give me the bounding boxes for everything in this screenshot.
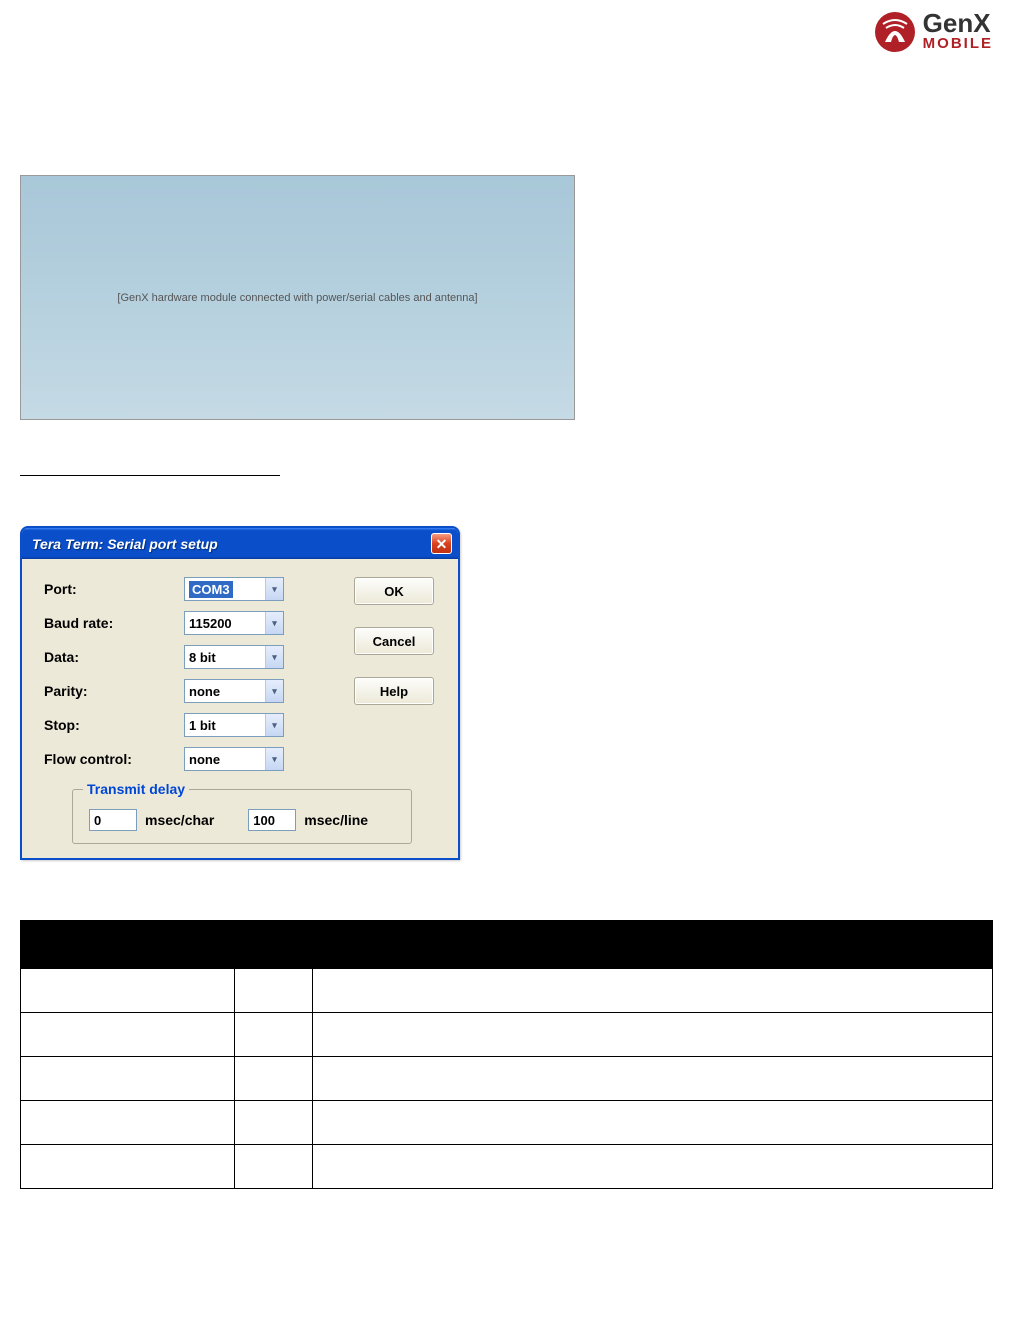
chevron-down-icon: ▾ [265, 612, 283, 634]
data-select[interactable]: 8 bit ▾ [184, 645, 284, 669]
table-header-cell [234, 921, 312, 969]
chevron-down-icon: ▾ [265, 680, 283, 702]
brand-logo: GenX MOBILE [873, 10, 993, 54]
port-value: COM3 [189, 581, 233, 598]
ok-button[interactable]: OK [354, 577, 434, 605]
serial-port-setup-dialog: Tera Term: Serial port setup ✕ Port: COM… [20, 526, 460, 860]
parity-label: Parity: [44, 683, 184, 699]
logo-text-block: GenX MOBILE [923, 12, 993, 52]
chevron-down-icon: ▾ [265, 714, 283, 736]
dialog-body: Port: COM3 ▾ Baud rate: 115200 ▾ Data: 8… [22, 559, 458, 858]
msec-line-label: msec/line [304, 812, 368, 828]
chevron-down-icon: ▾ [265, 646, 283, 668]
table-header-row [21, 921, 993, 969]
dialog-button-column: OK Cancel Help [354, 577, 434, 705]
transmit-delay-group: Transmit delay msec/char msec/line [72, 781, 412, 844]
msec-char-label: msec/char [145, 812, 214, 828]
flow-label: Flow control: [44, 751, 184, 767]
stop-label: Stop: [44, 717, 184, 733]
port-select[interactable]: COM3 ▾ [184, 577, 284, 601]
msec-char-input[interactable] [89, 809, 137, 831]
baud-label: Baud rate: [44, 615, 184, 631]
table-row [21, 1101, 993, 1145]
table-row [21, 1013, 993, 1057]
config-table [20, 920, 993, 1189]
parity-select[interactable]: none ▾ [184, 679, 284, 703]
baud-select[interactable]: 115200 ▾ [184, 611, 284, 635]
table-row [21, 1057, 993, 1101]
port-label: Port: [44, 581, 184, 597]
baud-value: 115200 [189, 616, 232, 631]
cancel-button[interactable]: Cancel [354, 627, 434, 655]
hardware-photo: [GenX hardware module connected with pow… [20, 175, 575, 420]
flow-select[interactable]: none ▾ [184, 747, 284, 771]
stop-value: 1 bit [189, 718, 216, 733]
photo-alt-text: [GenX hardware module connected with pow… [117, 292, 477, 304]
table-header-cell [312, 921, 992, 969]
data-label: Data: [44, 649, 184, 665]
close-icon: ✕ [436, 537, 448, 551]
data-value: 8 bit [189, 650, 216, 665]
dialog-titlebar[interactable]: Tera Term: Serial port setup ✕ [22, 528, 458, 559]
chevron-down-icon: ▾ [265, 578, 283, 600]
msec-line-input[interactable] [248, 809, 296, 831]
close-button[interactable]: ✕ [431, 533, 452, 554]
stop-select[interactable]: 1 bit ▾ [184, 713, 284, 737]
parity-value: none [189, 684, 220, 699]
table-row [21, 969, 993, 1013]
logo-main: GenX [923, 12, 993, 35]
dialog-title: Tera Term: Serial port setup [32, 536, 218, 552]
transmit-delay-legend: Transmit delay [83, 781, 189, 797]
delay-row: msec/char msec/line [89, 809, 395, 831]
help-button[interactable]: Help [354, 677, 434, 705]
table-row [21, 1145, 993, 1189]
chevron-down-icon: ▾ [265, 748, 283, 770]
section-divider [20, 460, 280, 476]
table-header-cell [21, 921, 235, 969]
road-signal-icon [873, 10, 917, 54]
logo-sub: MOBILE [923, 35, 993, 52]
flow-value: none [189, 752, 220, 767]
